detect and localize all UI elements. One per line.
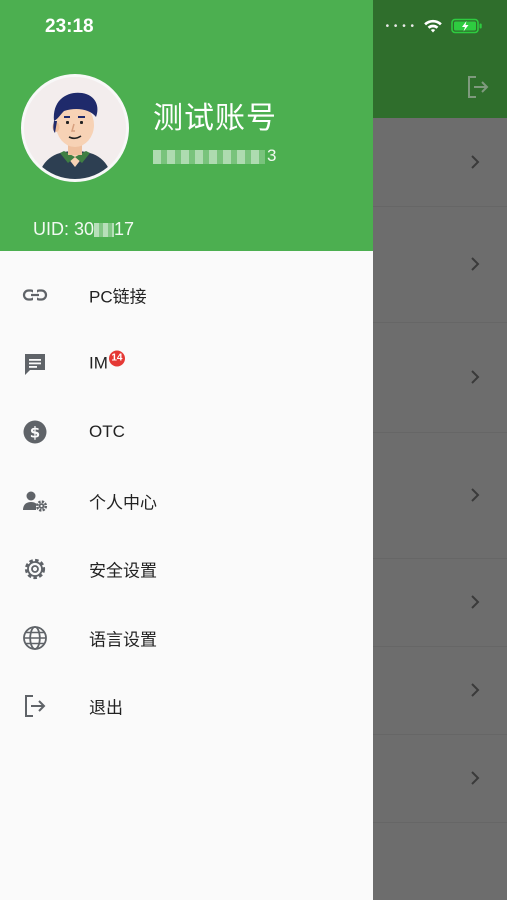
list-item[interactable] xyxy=(373,734,507,823)
battery-charging-icon xyxy=(451,18,482,34)
menu-item-label: 退出 xyxy=(89,698,123,718)
list-item[interactable] xyxy=(373,118,507,207)
svg-text:$: $ xyxy=(30,424,40,442)
masked-phone xyxy=(153,149,265,164)
account-phone: 3 xyxy=(153,146,276,166)
chevron-right-icon xyxy=(471,370,480,384)
status-icons: • • • • xyxy=(386,18,483,34)
im-label: IM xyxy=(89,353,108,373)
screen: • • • • 23:18 测试账号 3 UID: 30 17 PC链接 IM … xyxy=(0,0,507,900)
logout-icon[interactable] xyxy=(465,74,491,100)
menu-item-label: OTC xyxy=(89,422,125,442)
menu-item-label: IM 14 xyxy=(89,350,125,374)
chevron-right-icon xyxy=(471,683,480,697)
list-item[interactable] xyxy=(373,432,507,559)
menu-item-label: 个人中心 xyxy=(89,493,157,513)
menu-item-im[interactable]: IM 14 xyxy=(0,330,373,399)
menu-item-language-settings[interactable]: 语言设置 xyxy=(0,604,373,673)
dollar-circle-icon: $ xyxy=(23,420,47,444)
menu-item-security-settings[interactable]: 安全设置 xyxy=(0,535,373,604)
chevron-right-icon xyxy=(471,488,480,502)
cellular-dots-icon: • • • • xyxy=(385,20,415,32)
menu-item-label: 安全设置 xyxy=(89,561,157,581)
phone-suffix: 3 xyxy=(267,146,277,165)
chat-icon xyxy=(25,353,45,375)
menu-item-label: 语言设置 xyxy=(89,630,157,650)
user-avatar[interactable] xyxy=(21,74,129,182)
globe-icon xyxy=(23,625,47,650)
list-item[interactable] xyxy=(373,206,507,323)
chevron-right-icon xyxy=(471,155,480,169)
menu-item-logout[interactable]: 退出 xyxy=(0,672,373,741)
list-item[interactable] xyxy=(373,646,507,735)
navigation-drawer: 23:18 测试账号 3 UID: 30 17 PC链接 IM 14 $ OTC… xyxy=(0,0,373,900)
list-item[interactable] xyxy=(373,322,507,433)
drawer-menu: PC链接 IM 14 $ OTC 个人中心 安全设置 语言设置 退出 xyxy=(0,261,373,741)
gear-icon xyxy=(24,559,46,580)
menu-item-otc[interactable]: $ OTC xyxy=(0,398,373,467)
logout-icon xyxy=(25,695,46,718)
link-icon xyxy=(22,289,48,302)
chevron-right-icon xyxy=(471,771,480,785)
wifi-icon xyxy=(424,19,442,33)
user-settings-icon xyxy=(23,491,48,512)
chevron-right-icon xyxy=(471,257,480,271)
drawer-header: 23:18 测试账号 3 UID: 30 17 xyxy=(0,0,373,251)
status-time: 23:18 xyxy=(45,16,94,37)
uid-prefix: UID: 30 xyxy=(33,219,95,239)
avatar-illustration xyxy=(24,77,126,179)
menu-item-pc-link[interactable]: PC链接 xyxy=(0,261,373,330)
user-uid: UID: 30 17 xyxy=(33,219,134,240)
list-item[interactable] xyxy=(373,558,507,647)
uid-suffix: 17 xyxy=(114,219,135,239)
menu-item-label: PC链接 xyxy=(89,287,147,307)
masked-uid xyxy=(94,223,115,238)
account-name: 测试账号 xyxy=(153,102,277,135)
chevron-right-icon xyxy=(471,595,480,609)
menu-item-profile[interactable]: 个人中心 xyxy=(0,467,373,536)
unread-badge: 14 xyxy=(108,350,125,367)
